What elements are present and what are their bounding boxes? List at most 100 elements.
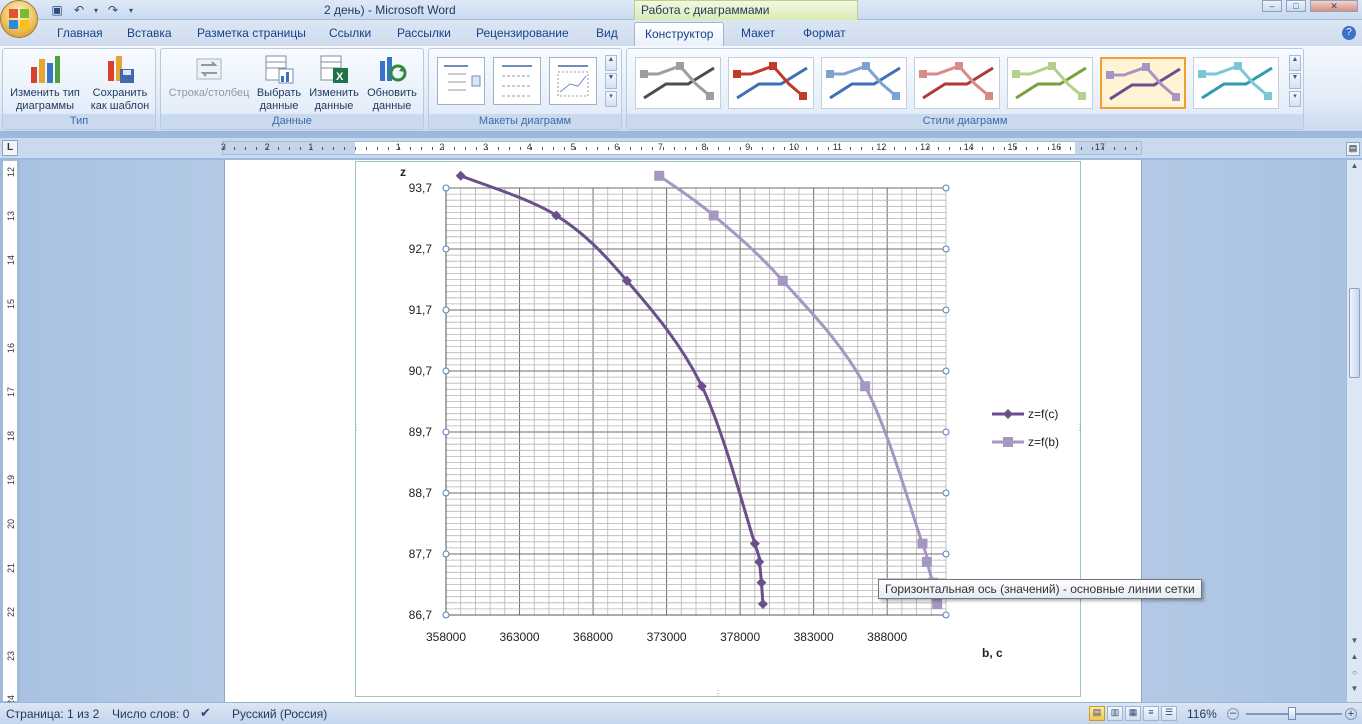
web-layout-icon[interactable]: ▦ xyxy=(1125,706,1141,721)
chart-layout-1[interactable] xyxy=(437,57,485,105)
tab-references[interactable]: Ссылки xyxy=(329,26,371,40)
line-chart[interactable]: 358000 363000 368000 373000 378000 383000 3880… xyxy=(356,162,1082,698)
scroll-down-button[interactable]: ▼ xyxy=(1348,636,1361,649)
save-as-template-button[interactable]: Сохранить как шаблон xyxy=(85,53,155,113)
chart-layout-3[interactable] xyxy=(549,57,597,105)
close-button[interactable]: ✕ xyxy=(1310,0,1358,12)
legend-item[interactable]: z=f(b) xyxy=(992,435,1059,449)
gridline-selection-handle[interactable] xyxy=(942,550,950,558)
help-icon[interactable]: ? xyxy=(1342,26,1356,40)
minimize-button[interactable]: – xyxy=(1262,0,1282,12)
chart-resize-handle[interactable]: ⋮ xyxy=(714,689,722,698)
gridline-selection-handle[interactable] xyxy=(942,306,950,314)
layouts-scroll-up[interactable]: ▲ xyxy=(605,55,617,71)
gridline-selection-handle[interactable] xyxy=(942,489,950,497)
chart-resize-handle[interactable]: ⋮ xyxy=(356,423,360,432)
save-icon[interactable]: ▣ xyxy=(48,2,66,18)
data-point-marker[interactable] xyxy=(749,538,760,549)
scroll-up-button[interactable]: ▲ xyxy=(1348,161,1361,174)
tab-view[interactable]: Вид xyxy=(596,26,618,40)
gridline-selection-handle[interactable] xyxy=(442,550,450,558)
data-point-marker[interactable] xyxy=(932,599,943,610)
chart-layout-2[interactable] xyxy=(493,57,541,105)
language-indicator[interactable]: Русский (Россия) xyxy=(232,707,327,721)
styles-more[interactable]: ▾ xyxy=(1289,91,1301,107)
maximize-button[interactable]: □ xyxy=(1286,0,1306,12)
zoom-level[interactable]: 116% xyxy=(1187,707,1217,721)
data-point-marker[interactable] xyxy=(708,210,719,221)
vertical-scrollbar[interactable]: ▲ ▼ ▲ ○ ▼ xyxy=(1346,160,1362,702)
scrollbar-thumb[interactable] xyxy=(1349,288,1360,378)
data-point-marker[interactable] xyxy=(921,556,932,567)
chart-style-5[interactable] xyxy=(1007,57,1093,109)
chart-style-3[interactable] xyxy=(821,57,907,109)
full-screen-reading-icon[interactable]: ▥ xyxy=(1107,706,1123,721)
office-button[interactable] xyxy=(0,0,38,38)
layouts-more[interactable]: ▾ xyxy=(605,91,617,107)
gridline-selection-handle[interactable] xyxy=(442,306,450,314)
gridline-selection-handle[interactable] xyxy=(442,184,450,192)
edit-data-button[interactable]: X Изменить данные xyxy=(307,53,361,113)
gridline-selection-handle[interactable] xyxy=(442,367,450,375)
data-point-marker[interactable] xyxy=(917,538,928,549)
legend-item[interactable]: z=f(c) xyxy=(992,407,1058,421)
select-data-button[interactable]: Выбрать данные xyxy=(253,53,305,113)
zoom-in-button[interactable]: + xyxy=(1345,708,1357,720)
tab-review[interactable]: Рецензирование xyxy=(476,26,569,40)
chart-resize-handle[interactable]: ⋮ xyxy=(1076,423,1082,432)
styles-scroll-down[interactable]: ▼ xyxy=(1289,73,1301,89)
data-point-marker[interactable] xyxy=(754,556,765,567)
customize-toolbar-icon[interactable]: ▾ xyxy=(126,2,136,18)
data-point-marker[interactable] xyxy=(756,577,767,588)
gridline-selection-handle[interactable] xyxy=(942,245,950,253)
gridline-selection-handle[interactable] xyxy=(442,245,450,253)
gridline-selection-handle[interactable] xyxy=(942,367,950,375)
chart-style-4[interactable] xyxy=(914,57,1000,109)
chart-style-6[interactable] xyxy=(1100,57,1186,109)
tab-design[interactable]: Конструктор xyxy=(634,22,725,46)
spell-check-icon[interactable]: ✔ xyxy=(200,705,211,721)
tab-page-layout[interactable]: Разметка страницы xyxy=(197,26,306,40)
tab-selector[interactable]: L xyxy=(2,140,18,156)
gridline-selection-handle[interactable] xyxy=(942,611,950,619)
page-indicator[interactable]: Страница: 1 из 2 xyxy=(6,707,99,721)
chart-style-7[interactable] xyxy=(1193,57,1279,109)
browse-object-button[interactable]: ○ xyxy=(1348,668,1361,681)
refresh-data-button[interactable]: Обновить данные xyxy=(363,53,421,113)
styles-scroll-up[interactable]: ▲ xyxy=(1289,55,1301,71)
gridline-selection-handle[interactable] xyxy=(942,428,950,436)
data-point-marker[interactable] xyxy=(455,170,466,181)
draft-view-icon[interactable]: ☰ xyxy=(1161,706,1177,721)
tab-format[interactable]: Формат xyxy=(803,26,846,40)
word-count[interactable]: Число слов: 0 xyxy=(112,707,189,721)
switch-row-column-button[interactable]: Строка/столбец xyxy=(165,53,253,100)
previous-page-button[interactable]: ▲ xyxy=(1348,652,1361,665)
vertical-ruler[interactable]: 12 13 14 15 16 17 18 19 20 21 22 23 24 xyxy=(2,160,18,705)
print-layout-view-icon[interactable]: ▤ xyxy=(1089,706,1105,721)
chart-area[interactable]: 358000 363000 368000 373000 378000 383000 3880… xyxy=(355,161,1082,698)
tab-mailings[interactable]: Рассылки xyxy=(397,26,451,40)
next-page-button[interactable]: ▼ xyxy=(1348,684,1361,697)
view-ruler-icon[interactable]: ▤ xyxy=(1346,142,1360,156)
y-axis-title[interactable]: z xyxy=(400,165,406,179)
data-point-marker[interactable] xyxy=(860,381,871,392)
change-chart-type-button[interactable]: Изменить тип диаграммы xyxy=(7,53,83,113)
tab-insert[interactable]: Вставка xyxy=(127,26,172,40)
zoom-out-button[interactable]: – xyxy=(1227,708,1239,720)
chart-legend[interactable]: z=f(c) z=f(b) xyxy=(992,407,1059,449)
redo-icon[interactable]: ↷ xyxy=(104,2,122,18)
series-line[interactable] xyxy=(460,174,765,605)
horizontal-ruler[interactable]: 3211234567891011121314151617 xyxy=(221,141,1142,155)
undo-icon[interactable]: ↶ xyxy=(70,2,88,18)
data-point-marker[interactable] xyxy=(757,599,768,610)
gridline-selection-handle[interactable] xyxy=(442,611,450,619)
tab-home[interactable]: Главная xyxy=(57,26,103,40)
layouts-scroll-down[interactable]: ▼ xyxy=(605,73,617,89)
data-point-marker[interactable] xyxy=(696,381,707,392)
chart-style-2[interactable] xyxy=(728,57,814,109)
outline-view-icon[interactable]: ≡ xyxy=(1143,706,1159,721)
gridline-selection-handle[interactable] xyxy=(442,489,450,497)
undo-dropdown-icon[interactable]: ▾ xyxy=(92,2,100,18)
x-axis-title[interactable]: b, c xyxy=(982,646,1003,660)
data-point-marker[interactable] xyxy=(777,275,788,286)
